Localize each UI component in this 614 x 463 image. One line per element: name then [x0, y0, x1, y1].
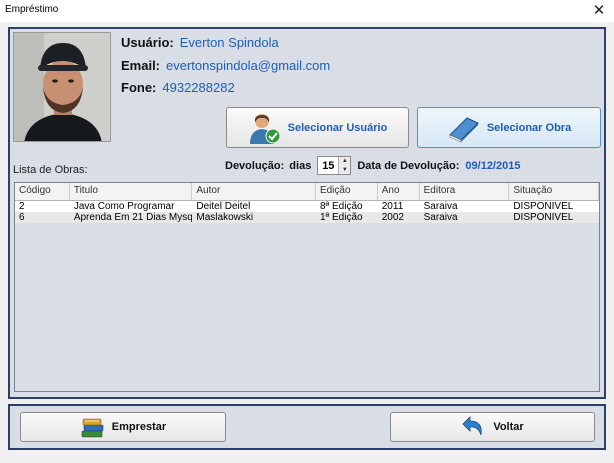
user-check-icon	[248, 111, 282, 145]
column-header[interactable]: Edição	[316, 183, 378, 200]
emprestar-button[interactable]: Emprestar	[20, 412, 226, 442]
table-cell: Saraiva	[423, 212, 458, 223]
fone-value: 4932288282	[162, 80, 235, 95]
lista-obras-label: Lista de Obras:	[13, 164, 88, 176]
selecionar-usuario-label: Selecionar Usuário	[287, 121, 388, 134]
user-photo	[13, 32, 111, 142]
selecionar-obra-button[interactable]: Selecionar Obra	[417, 107, 601, 148]
table-cell: 2011	[381, 201, 404, 212]
column-header[interactable]: Editora	[420, 183, 510, 200]
obras-table[interactable]: Código Titulo Autor Edição Ano Editora S…	[14, 182, 600, 392]
devolucao-label: Devolução:	[225, 159, 285, 172]
window-title: Empréstimo	[5, 4, 59, 15]
spin-down-icon[interactable]: ▼	[339, 166, 350, 175]
column-header[interactable]: Titulo	[70, 183, 193, 200]
table-cell: DISPONIVEL	[513, 212, 574, 223]
usuario-value: Everton Spindola	[179, 35, 279, 50]
selecionar-obra-label: Selecionar Obra	[486, 121, 572, 134]
dias-input[interactable]	[318, 157, 339, 174]
fone-label: Fone:	[121, 80, 157, 95]
table-cell: Maslakowski	[196, 212, 254, 223]
table-cell: Java Como Programar	[73, 201, 175, 212]
voltar-button[interactable]: Voltar	[390, 412, 595, 442]
book-icon	[447, 113, 481, 143]
email-label: Email:	[121, 58, 161, 73]
table-cell: 6	[19, 212, 25, 223]
table-cell: 8ª Edição	[319, 201, 363, 212]
table-row[interactable]: 6 Aprenda Em 21 Dias Mysql Maslakowski 1…	[15, 212, 599, 223]
table-cell: Saraiva	[423, 201, 458, 212]
table-cell: 2002	[381, 212, 404, 223]
back-arrow-icon	[461, 415, 487, 439]
email-row: Email: evertonspindola@gmail.com	[121, 58, 330, 73]
table-cell: Aprenda Em 21 Dias Mysql	[73, 212, 193, 223]
devolucao-row: Devolução: dias ▲ ▼ Data de Devolução: 0…	[225, 156, 520, 175]
table-cell: 1ª Edição	[319, 212, 363, 223]
usuario-label: Usuário:	[121, 35, 174, 50]
table-header: Código Titulo Autor Edição Ano Editora S…	[15, 183, 599, 201]
table-cell: Deitel Deitel	[196, 201, 251, 212]
fone-row: Fone: 4932288282	[121, 80, 235, 95]
dias-spinner[interactable]: ▲ ▼	[317, 156, 352, 175]
table-cell: DISPONIVEL	[513, 201, 574, 212]
selecionar-usuario-button[interactable]: Selecionar Usuário	[226, 107, 409, 148]
column-header[interactable]: Autor	[192, 183, 316, 200]
email-value: evertonspindola@gmail.com	[166, 58, 331, 73]
voltar-label: Voltar	[493, 421, 524, 433]
data-devolucao-label: Data de Devolução:	[357, 159, 460, 172]
books-stack-icon	[80, 415, 106, 439]
data-devolucao-value: 09/12/2015	[465, 159, 521, 172]
dias-spinner-arrows[interactable]: ▲ ▼	[338, 157, 351, 175]
close-icon[interactable]: ✕	[590, 1, 608, 19]
emprestar-label: Emprestar	[111, 421, 167, 433]
column-header[interactable]: Situação	[509, 183, 599, 200]
column-header[interactable]: Ano	[378, 183, 420, 200]
spin-up-icon[interactable]: ▲	[339, 157, 350, 166]
table-cell: 2	[19, 201, 25, 212]
dias-label: dias	[289, 159, 312, 172]
usuario-row: Usuário: Everton Spindola	[121, 35, 279, 50]
title-bar: Empréstimo ✕	[0, 0, 614, 22]
column-header[interactable]: Código	[15, 183, 70, 200]
table-row[interactable]: 2 Java Como Programar Deitel Deitel 8ª E…	[15, 201, 599, 212]
